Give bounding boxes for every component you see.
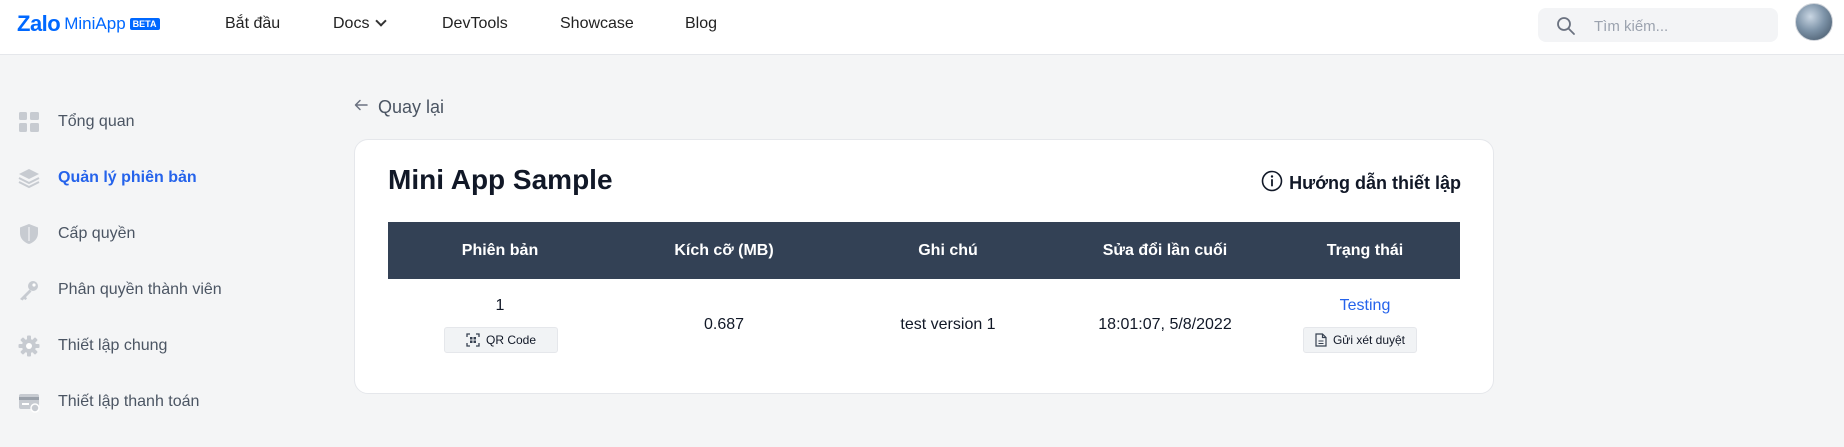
key-icon [18, 279, 40, 301]
status-link[interactable]: Testing [1270, 297, 1460, 315]
status-cell: Testing Gửi xét duyệt [1270, 279, 1460, 371]
nav-devtools[interactable]: DevTools [442, 15, 508, 33]
back-label: Quay lại [378, 97, 445, 117]
nav-showcase[interactable]: Showcase [560, 15, 634, 33]
document-icon [1315, 333, 1327, 347]
beta-badge: BETA [129, 18, 160, 30]
column-header-status: Trạng thái [1326, 242, 1404, 259]
note-cell: test version 1 [836, 279, 1060, 371]
nav-get-started[interactable]: Bắt đầu [225, 15, 280, 33]
search-input[interactable] [1592, 14, 1766, 38]
sidebar-item-member-roles[interactable]: Phân quyền thành viên [18, 276, 222, 304]
sidebar-item-permissions[interactable]: Cấp quyền [18, 220, 135, 248]
sidebar-item-label: Quản lý phiên bản [58, 169, 197, 186]
note-value: test version 1 [900, 316, 996, 333]
logo-brand: Zalo [17, 11, 61, 36]
submit-review-button[interactable]: Gửi xét duyệt [1303, 327, 1417, 353]
shield-icon [18, 223, 40, 245]
top-navbar: Zalo MiniApp BETA Bắt đầu Docs DevTools … [0, 0, 1844, 55]
submit-review-label: Gửi xét duyệt [1332, 333, 1406, 347]
back-button[interactable]: Quay lại [354, 97, 444, 118]
column-header-note: Ghi chú [918, 242, 978, 259]
logo-product: MiniApp [64, 14, 126, 33]
sidebar-item-label: Cấp quyền [58, 225, 136, 242]
version-number: 1 [495, 297, 505, 314]
arrow-left-icon [354, 98, 368, 117]
modified-cell: 18:01:07, 5/8/2022 [1060, 279, 1270, 371]
sidebar-item-overview[interactable]: Tổng quan [18, 108, 135, 136]
avatar[interactable] [1795, 3, 1833, 41]
sidebar-item-payment-settings[interactable]: Thiết lập thanh toán [18, 388, 199, 416]
sidebar-item-label: Phân quyền thành viên [58, 281, 222, 298]
qr-code-label: QR Code [485, 333, 537, 347]
page-title: Mini App Sample [388, 164, 613, 195]
setup-guide-link[interactable]: Hướng dẫn thiết lập [1261, 170, 1461, 197]
nav-blog[interactable]: Blog [685, 15, 717, 33]
qr-code-icon [466, 333, 480, 347]
sidebar-item-label: Tổng quan [58, 113, 135, 130]
column-header-last-modified: Sửa đổi lần cuối [1102, 242, 1228, 259]
info-icon [1261, 170, 1283, 197]
app-version-card: Mini App Sample Hướng dẫn thiết lập Phiê… [354, 139, 1494, 394]
search-icon [1556, 16, 1576, 41]
qr-code-button[interactable]: QR Code [444, 327, 558, 353]
gear-icon [18, 335, 40, 357]
grid-icon [18, 111, 40, 133]
table-row: 1 QR Code 0.687 test version 1 18:01:07,… [388, 279, 1460, 371]
chevron-down-icon [375, 15, 388, 27]
zalo-miniapp-logo[interactable]: Zalo MiniApp BETA [17, 11, 160, 36]
nav-docs[interactable]: Docs [333, 15, 388, 33]
sidebar-item-version-management[interactable]: Quản lý phiên bản [18, 164, 197, 192]
sidebar-item-label: Thiết lập chung [58, 337, 168, 354]
size-cell: 0.687 [612, 279, 836, 371]
column-header-size: Kích cỡ (MB) [674, 242, 774, 259]
nav-docs-label: Docs [333, 15, 370, 32]
search-box [1538, 8, 1778, 42]
credit-card-icon [18, 391, 40, 413]
sidebar-item-label: Thiết lập thanh toán [58, 393, 200, 410]
setup-guide-label: Hướng dẫn thiết lập [1289, 173, 1461, 193]
size-value: 0.687 [703, 316, 745, 333]
versions-table-header: Phiên bản Kích cỡ (MB) Ghi chú Sửa đổi l… [388, 222, 1460, 279]
sidebar-item-general-settings[interactable]: Thiết lập chung [18, 332, 167, 360]
layers-icon [18, 167, 40, 189]
version-cell: 1 QR Code [388, 279, 612, 371]
modified-value: 18:01:07, 5/8/2022 [1098, 316, 1232, 333]
column-header-version: Phiên bản [461, 242, 539, 259]
